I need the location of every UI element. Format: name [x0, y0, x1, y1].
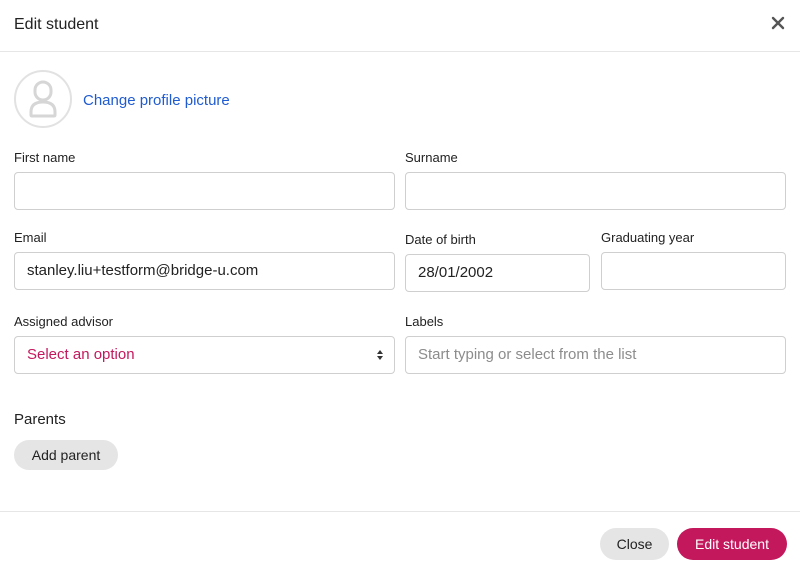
- edit-student-modal: Edit student Change profile picture Firs…: [0, 0, 800, 574]
- email-field[interactable]: stanley.liu+testform@bridge-u.com: [14, 252, 395, 290]
- assigned-advisor-selected: Select an option: [27, 346, 135, 363]
- labels-label: Labels: [405, 314, 444, 329]
- avatar[interactable]: [14, 70, 72, 128]
- modal-title: Edit student: [14, 16, 99, 33]
- change-profile-picture-link[interactable]: Change profile picture: [83, 92, 230, 109]
- close-icon[interactable]: [770, 15, 786, 31]
- labels-placeholder: Start typing or select from the list: [418, 346, 637, 363]
- close-button[interactable]: Close: [600, 528, 669, 560]
- first-name-field[interactable]: [14, 172, 395, 210]
- date-of-birth-label: Date of birth: [405, 232, 476, 247]
- date-of-birth-field[interactable]: 28/01/2002: [405, 254, 590, 292]
- surname-label: Surname: [405, 150, 458, 165]
- user-placeholder-icon: [29, 80, 57, 118]
- email-label: Email: [14, 230, 47, 245]
- graduating-year-field[interactable]: [601, 252, 786, 290]
- labels-input[interactable]: Start typing or select from the list: [405, 336, 786, 374]
- modal-header: Edit student: [0, 0, 800, 52]
- first-name-label: First name: [14, 150, 76, 165]
- graduating-year-label: Graduating year: [601, 230, 695, 245]
- surname-field[interactable]: [405, 172, 786, 210]
- add-parent-button[interactable]: Add parent: [14, 440, 118, 470]
- edit-student-button[interactable]: Edit student: [677, 528, 787, 560]
- parents-title: Parents: [14, 411, 66, 428]
- assigned-advisor-select[interactable]: Select an option: [14, 336, 395, 374]
- select-arrows-icon: [377, 350, 383, 360]
- assigned-advisor-label: Assigned advisor: [14, 314, 113, 329]
